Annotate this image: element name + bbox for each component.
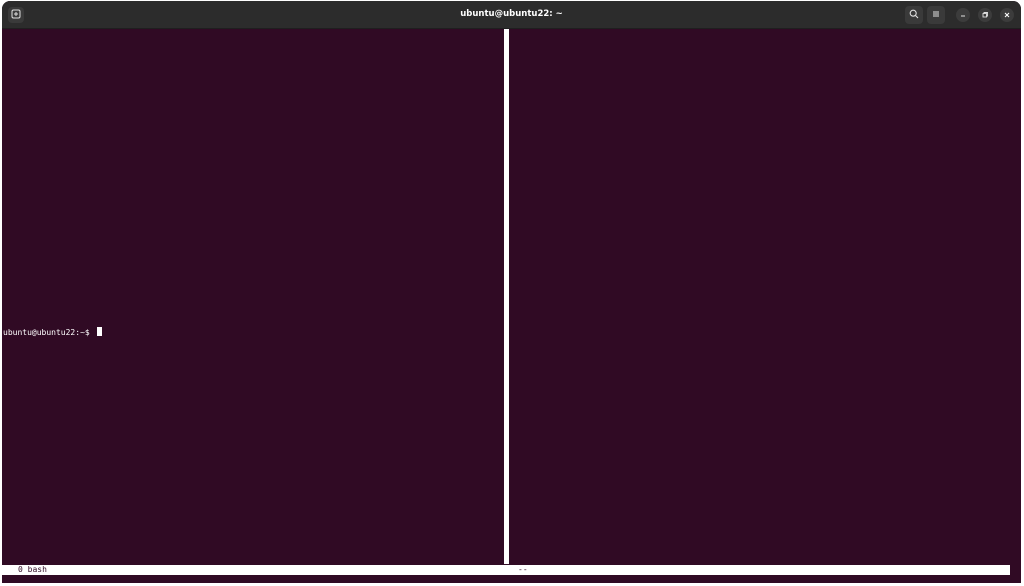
titlebar: ubuntu@ubuntu22: ~	[2, 1, 1021, 29]
shell-prompt: ubuntu@ubuntu22:~$	[3, 328, 95, 337]
close-icon	[1003, 6, 1011, 24]
search-button[interactable]	[905, 6, 923, 24]
close-button[interactable]	[1000, 8, 1014, 22]
minimize-icon	[959, 6, 967, 24]
menu-button[interactable]	[927, 6, 945, 24]
window-title: ubuntu@ubuntu22: ~	[460, 9, 563, 19]
tmux-status-bar: 0 bash --	[2, 565, 1010, 575]
status-window-name: 0 bash	[18, 565, 47, 574]
terminal-pane-left[interactable]	[2, 29, 504, 564]
search-icon	[909, 6, 919, 24]
text-cursor	[96, 327, 102, 336]
terminal-pane-right[interactable]	[509, 29, 1021, 564]
restore-icon	[981, 6, 989, 24]
minimize-button[interactable]	[956, 8, 970, 22]
shell-prompt-line: ubuntu@ubuntu22:~$	[3, 327, 102, 337]
restore-button[interactable]	[978, 8, 992, 22]
status-right-text: --	[518, 565, 528, 574]
terminal-window: ubuntu@ubuntu22: ~ ubuntu@ubuntu22:~$ 0 …	[2, 1, 1021, 583]
hamburger-menu-icon	[931, 6, 941, 24]
